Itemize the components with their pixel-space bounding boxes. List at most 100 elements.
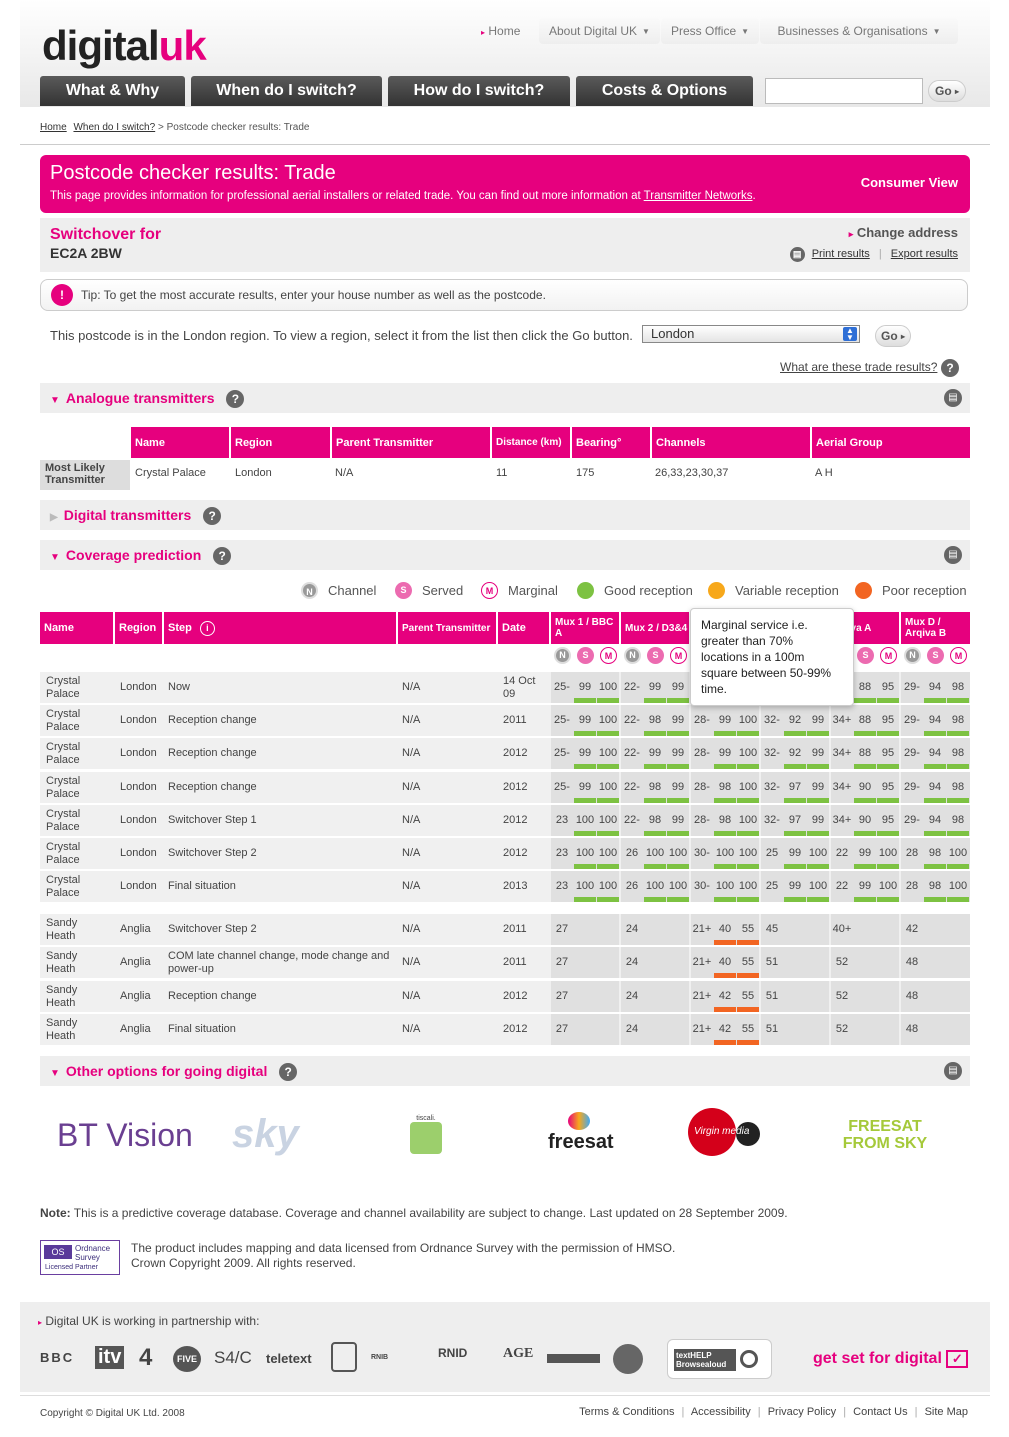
mux-value: 98	[951, 747, 965, 759]
tiscali-logo[interactable]: tiscali.	[410, 1115, 442, 1157]
section-digital[interactable]: ▶ Digital transmitters ?	[40, 500, 970, 530]
cell-region: Anglia	[120, 923, 151, 935]
what-trade-results-link[interactable]: What are these trade results?	[780, 360, 937, 374]
tab-how-switch[interactable]: How do I switch?	[388, 76, 570, 106]
col-name: Name	[131, 427, 229, 458]
search-go-button[interactable]: Go ▸	[928, 80, 966, 102]
mux-value: 30-	[694, 847, 710, 859]
age-concern-logo[interactable]: AGE	[503, 1346, 533, 1362]
nav-home[interactable]: ▸ Home	[481, 24, 520, 38]
mux-value: 24	[625, 956, 639, 968]
teletext-logo[interactable]: teletext	[266, 1351, 312, 1366]
document-icon[interactable]: ▤	[944, 1062, 962, 1080]
help-icon[interactable]: ?	[279, 1063, 298, 1081]
mux-value: 23	[555, 814, 569, 826]
search-input[interactable]	[765, 78, 923, 104]
privacy-link[interactable]: Privacy Policy	[768, 1406, 836, 1418]
help-the-aged-logo[interactable]	[547, 1354, 600, 1363]
s4c-logo[interactable]: S4/C	[214, 1348, 252, 1368]
help-icon[interactable]: ?	[941, 359, 959, 377]
tab-what-why[interactable]: What & Why	[40, 76, 185, 106]
sky-logo[interactable]: sky	[232, 1112, 299, 1157]
reception-bar	[947, 798, 969, 803]
mux-value: 100	[878, 880, 898, 892]
mux-value: 55	[741, 1023, 755, 1035]
nav-business[interactable]: Businesses & Organisations ▼	[760, 18, 958, 44]
help-icon[interactable]: ?	[213, 547, 232, 565]
mux-value: 42	[905, 923, 919, 935]
freesat-from-sky-logo[interactable]: FREESAT FROM SKY	[840, 1118, 930, 1152]
channel4-logo[interactable]: 4	[139, 1344, 152, 1372]
mux-value: 100	[668, 880, 688, 892]
cell-step: Reception change	[168, 714, 257, 726]
mux-value: 100	[575, 847, 595, 859]
terms-link[interactable]: Terms & Conditions	[579, 1406, 674, 1418]
variable-reception-icon	[708, 582, 725, 599]
transmitter-networks-link[interactable]: Transmitter Networks	[644, 190, 753, 202]
nav-press[interactable]: Press Office ▼	[661, 18, 760, 44]
section-analogue[interactable]: ▼ Analogue transmitters ? ▤	[40, 383, 970, 413]
bt-vision-logo[interactable]: BT Vision	[57, 1117, 193, 1154]
mux-value: 32-	[764, 781, 780, 793]
mux-value: 28	[905, 880, 919, 892]
help-icon[interactable]: ?	[226, 390, 245, 408]
info-icon[interactable]: i	[199, 620, 215, 636]
digitaluk-logo[interactable]: digitaluk	[42, 22, 207, 70]
reception-bar	[574, 864, 596, 869]
nav-about[interactable]: About Digital UK ▼	[539, 18, 660, 44]
print-export: ▤ Print results | Export results	[789, 247, 958, 262]
consumer-view-link[interactable]: Consumer View	[861, 175, 958, 190]
contact-link[interactable]: Contact Us	[853, 1406, 907, 1418]
rnid-logo[interactable]: RNID	[438, 1346, 467, 1360]
bbc-logo[interactable]: BBC	[40, 1350, 74, 1365]
mux-value: 99	[858, 880, 872, 892]
mux-value: 100	[598, 847, 618, 859]
itv-logo[interactable]: itv	[95, 1346, 125, 1369]
tab-when-switch[interactable]: When do I switch?	[191, 76, 382, 106]
freesat-logo[interactable]: freesat	[548, 1112, 614, 1157]
breadcrumb-current: Postcode checker results: Trade	[166, 122, 310, 133]
partner-badge-icon[interactable]	[613, 1344, 643, 1374]
region-go-button[interactable]: Go ▸	[875, 325, 911, 347]
sitemap-link[interactable]: Site Map	[925, 1406, 968, 1418]
document-icon[interactable]: ▤	[944, 546, 962, 564]
section-other-options[interactable]: ▼ Other options for going digital ? ▤	[40, 1056, 970, 1086]
mux-value: 100	[808, 847, 828, 859]
mux-value: 99	[718, 747, 732, 759]
mux-value: 99	[718, 714, 732, 726]
cell-name: Crystal Palace	[46, 774, 81, 800]
region-select[interactable]: London ▲ ▼	[642, 325, 860, 343]
reception-bar	[644, 831, 666, 836]
section-coverage[interactable]: ▼ Coverage prediction ? ▤	[40, 540, 970, 570]
document-icon[interactable]: ▤	[944, 389, 962, 407]
breadcrumb-when[interactable]: When do I switch?	[73, 122, 155, 133]
accessibility-link[interactable]: Accessibility	[691, 1406, 751, 1418]
virgin-media-logo[interactable]: Virgin media	[688, 1108, 768, 1160]
five-logo[interactable]: FIVE	[173, 1346, 201, 1372]
mux-value: 100	[575, 814, 595, 826]
mux-value: 51	[765, 1023, 779, 1035]
help-icon[interactable]: ?	[203, 507, 222, 525]
change-address-link[interactable]: ▸ Change address	[849, 225, 958, 240]
get-set-for-digital-logo[interactable]: get set for digital ✓	[813, 1350, 969, 1368]
reception-bar	[947, 731, 969, 736]
print-results-link[interactable]: Print results	[812, 248, 870, 260]
mux-value: 29-	[904, 714, 920, 726]
mux-value: 28-	[694, 714, 710, 726]
browsealoud-button[interactable]: textHELP Browsealoud	[667, 1339, 772, 1379]
rnib-logo[interactable]: RNIB	[371, 1354, 388, 1361]
mux-value: 22-	[624, 681, 640, 693]
mux-value: 95	[881, 814, 895, 826]
breadcrumb-home[interactable]: Home	[40, 122, 67, 133]
mux-value: 98	[951, 714, 965, 726]
divider	[20, 144, 990, 145]
col-distance: Distance (km)	[492, 427, 570, 458]
tv-icon[interactable]	[331, 1342, 357, 1372]
cell-step: Reception change	[168, 747, 257, 759]
col-parent: Parent Transmitter	[332, 427, 490, 458]
export-results-link[interactable]: Export results	[891, 248, 958, 260]
cell-date: 2013	[503, 880, 528, 892]
legend-poor: Poor reception	[855, 582, 967, 599]
cell-step: Switchover Step 2	[168, 923, 257, 935]
tab-costs-options[interactable]: Costs & Options	[576, 76, 753, 106]
